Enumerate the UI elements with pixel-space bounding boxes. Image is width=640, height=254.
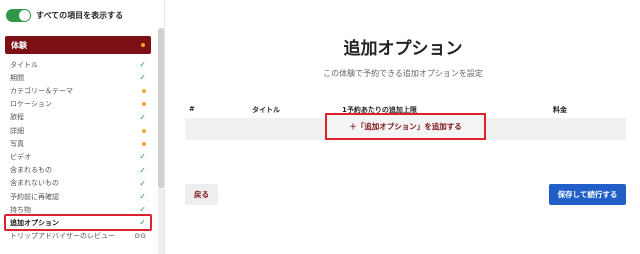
sidebar-item-label: 予約前に再確認 [10,192,59,201]
sidebar-item-status [142,98,146,111]
sidebar-item[interactable]: 旅程 ✓ [0,111,158,124]
sidebar-item[interactable]: 写真 [0,137,158,150]
section-header-label: 体験 [11,40,27,50]
check-icon: ✓ [139,152,146,162]
incomplete-dot-icon [142,102,146,107]
show-all-toggle-label: すべての項目を表示する [36,10,124,20]
incomplete-dot-icon [141,43,145,47]
check-icon: ✓ [139,178,146,188]
sidebar-item-status: ✓ [139,190,146,203]
sidebar-item-status: ✓ [139,177,146,190]
sidebar-item-label: 含まれるもの [10,166,52,175]
sidebar-item-status: ✓ [139,58,146,71]
sidebar-item-label: 詳細 [10,126,24,135]
save-and-continue-button[interactable]: 保存して続行する [549,184,626,205]
sidebar-item[interactable]: 予約前に再確認 ✓ [0,190,158,203]
column-header-number: # [189,105,195,113]
main-content: 追加オプション この体験で予約できる追加オプションを設定 # タイトル 1予約あ… [166,0,640,254]
sidebar-item[interactable]: 含まれるもの ✓ [0,164,158,177]
show-all-toggle-row[interactable]: すべての項目を表示する [6,8,123,22]
sidebar-item[interactable]: タイトル ✓ [0,58,158,71]
sidebar-item-status: ⊙⊙ [134,230,146,243]
sidebar-item-label: ロケーション [10,100,52,109]
sidebar-item[interactable]: 追加オプション ✓ [0,214,158,232]
sidebar-item-status: ✓ [139,164,146,177]
check-icon: ✓ [139,218,146,228]
sidebar-item-label: 旅程 [10,113,24,122]
sidebar-item-label: タイトル [10,60,38,69]
check-icon: ✓ [139,205,146,215]
sidebar-item-status: ✓ [139,71,146,84]
check-icon: ✓ [139,192,146,201]
sidebar-item-label: 写真 [10,139,24,148]
incomplete-dot-icon [142,141,146,146]
sidebar-item[interactable]: カテゴリー＆テーマ [0,84,158,97]
sidebar-item-label: カテゴリー＆テーマ [10,86,73,95]
sidebar-item[interactable]: 詳細 [0,124,158,137]
check-icon: ✓ [139,165,146,175]
sidebar-nav: 体験 タイトル ✓ 期間 ✓ カテゴリー＆テーマ ロケーション 旅程 ✓ 詳細 写真 ビデオ ✓ 含まれ… [0,28,158,254]
sidebar-item[interactable]: ロケーション [0,98,158,111]
sidebar-item-status: ✓ [139,150,146,163]
show-all-toggle[interactable] [6,8,31,22]
sidebar-item-label: 持ち物 [10,205,31,214]
add-option-button[interactable]: ＋「追加オプション」を追加する [325,113,486,140]
column-header-price: 料金 [553,106,567,114]
sidebar-item-status: ✓ [139,111,146,124]
sidebar-item-status [142,137,146,150]
sidebar-item-label: トリップアドバイザーのレビュー [10,232,115,241]
sidebar-scrollbar-thumb[interactable] [158,28,164,188]
sidebar-item-label: ビデオ [10,152,31,161]
sidebar-item[interactable]: ビデオ ✓ [0,150,158,163]
check-icon: ✓ [139,112,146,122]
section-header-experience[interactable]: 体験 [5,36,151,54]
sidebar: すべての項目を表示する 体験 タイトル ✓ 期間 ✓ カテゴリー＆テーマ ロケーション 旅程… [0,0,165,254]
sidebar-item-status [142,124,146,137]
column-header-title: タイトル [252,106,280,114]
sidebar-item[interactable]: トリップアドバイザーのレビュー ⊙⊙ [0,230,158,243]
sidebar-scrollbar[interactable] [158,28,164,254]
sidebar-item-status [142,84,146,97]
page-subtitle: この体験で予約できる追加オプションを設定 [323,69,483,78]
check-icon: ✓ [139,73,146,83]
incomplete-dot-icon [142,88,146,93]
page-title: 追加オプション [343,39,463,59]
incomplete-dot-icon [142,128,146,133]
sidebar-item-status: ✓ [139,216,146,229]
back-button[interactable]: 戻る [185,184,218,205]
sidebar-item-label: 含まれないもの [10,179,59,188]
sidebar-item[interactable]: 含まれないもの ✓ [0,177,158,190]
tripadvisor-owl-icon: ⊙⊙ [134,232,146,241]
sidebar-item-label: 期間 [10,73,24,82]
sidebar-item[interactable]: 期間 ✓ [0,71,158,84]
check-icon: ✓ [139,60,146,69]
